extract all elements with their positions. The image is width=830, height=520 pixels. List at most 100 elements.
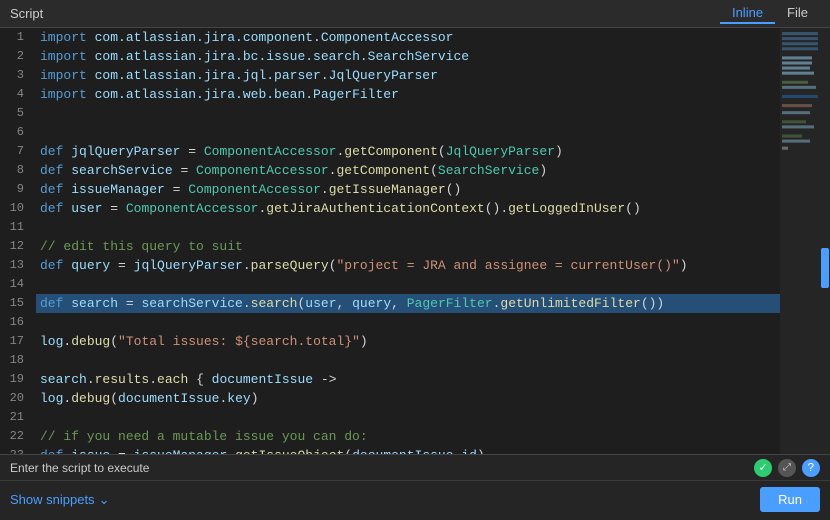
line-number: 6 — [0, 123, 36, 142]
table-row: 1import com.atlassian.jira.component.Com… — [0, 28, 780, 47]
line-number: 11 — [0, 218, 36, 237]
status-icons: ✓ ⤢ ? — [754, 459, 820, 477]
token: JqlQueryParser — [446, 144, 555, 159]
bottom-bar: Enter the script to execute ✓ ⤢ ? — [0, 454, 830, 480]
table-row: 12// edit this query to suit — [0, 237, 780, 256]
token: jqlQueryParser — [134, 258, 243, 273]
token: "Total issues: ${search.total}" — [118, 334, 360, 349]
token: getIssueObject — [235, 448, 344, 454]
token: ) — [539, 163, 547, 178]
table-row: 15def search = searchService.search(user… — [0, 294, 780, 313]
token: debug — [71, 334, 110, 349]
token: . — [227, 448, 235, 454]
token: SearchService — [438, 163, 539, 178]
table-row: 20 log.debug(documentIssue.key) — [0, 389, 780, 408]
token: = — [110, 448, 133, 454]
token: // if you need a mutable issue you can d… — [40, 429, 368, 444]
token: ComponentAccessor — [188, 182, 321, 197]
token: ( — [110, 391, 118, 406]
snippets-arrow: ⌄ — [99, 492, 110, 508]
token: ( — [438, 144, 446, 159]
line-content: import com.atlassian.jira.web.bean.Pager… — [36, 85, 780, 104]
token: (). — [485, 201, 508, 216]
check-icon[interactable]: ✓ — [754, 459, 772, 477]
table-row: 21 — [0, 408, 780, 427]
line-number: 2 — [0, 47, 36, 66]
table-row: 11 — [0, 218, 780, 237]
table-row: 18 — [0, 351, 780, 370]
token: search — [71, 296, 118, 311]
token: each — [157, 372, 188, 387]
top-bar: Script Inline File — [0, 0, 830, 28]
token: getJiraAuthenticationContext — [266, 201, 484, 216]
run-button[interactable]: Run — [760, 487, 820, 512]
vscrollbar[interactable] — [820, 28, 830, 454]
token: user — [305, 296, 336, 311]
line-content — [36, 218, 780, 237]
token: def — [40, 448, 63, 454]
tab-inline[interactable]: Inline — [720, 3, 775, 24]
token: , — [337, 296, 353, 311]
vscrollbar-thumb[interactable] — [821, 248, 829, 288]
token: ComponentAccessor — [196, 163, 329, 178]
token: . — [243, 258, 251, 273]
line-number: 9 — [0, 180, 36, 199]
token: getComponent — [336, 163, 430, 178]
token: results — [95, 372, 150, 387]
line-number: 18 — [0, 351, 36, 370]
token: def — [40, 201, 63, 216]
table-row: 13def query = jqlQueryParser.parseQuery(… — [0, 256, 780, 275]
table-row: 4import com.atlassian.jira.web.bean.Page… — [0, 85, 780, 104]
token: debug — [71, 391, 110, 406]
token: ) — [360, 334, 368, 349]
line-content: log.debug(documentIssue.key) — [36, 389, 780, 408]
token: = — [180, 144, 203, 159]
tab-file[interactable]: File — [775, 3, 820, 24]
token: def — [40, 296, 63, 311]
line-content — [36, 275, 780, 294]
token: ) — [555, 144, 563, 159]
line-number: 20 — [0, 389, 36, 408]
token: search — [251, 296, 298, 311]
table-row: 2import com.atlassian.jira.bc.issue.sear… — [0, 47, 780, 66]
token: ) — [477, 448, 485, 454]
table-row: 16 — [0, 313, 780, 332]
status-text: Enter the script to execute — [10, 461, 149, 475]
token: key — [227, 391, 250, 406]
line-content — [36, 408, 780, 427]
line-number: 23 — [0, 446, 36, 454]
table-row: 22 // if you need a mutable issue you ca… — [0, 427, 780, 446]
line-content: import com.atlassian.jira.jql.parser.Jql… — [36, 66, 780, 85]
token: id — [461, 448, 477, 454]
token: { — [188, 372, 211, 387]
token: log — [40, 391, 63, 406]
token: () — [625, 201, 641, 216]
token: getUnlimitedFilter — [500, 296, 640, 311]
line-content — [36, 104, 780, 123]
token: () — [446, 182, 462, 197]
token: import — [40, 87, 87, 102]
token: ()) — [641, 296, 664, 311]
token: getIssueManager — [329, 182, 446, 197]
token: log — [40, 334, 63, 349]
token — [87, 87, 95, 102]
token: . — [243, 296, 251, 311]
token: ( — [110, 334, 118, 349]
token: "project = JRA and assignee = currentUse… — [337, 258, 680, 273]
line-content — [36, 313, 780, 332]
show-snippets-button[interactable]: Show snippets ⌄ — [10, 492, 109, 508]
token: def — [40, 163, 63, 178]
line-number: 10 — [0, 199, 36, 218]
help-icon[interactable]: ? — [802, 459, 820, 477]
table-row: 3import com.atlassian.jira.jql.parser.Jq… — [0, 66, 780, 85]
code-wrapper[interactable]: 1import com.atlassian.jira.component.Com… — [0, 28, 780, 454]
token: import — [40, 49, 87, 64]
token: issue — [71, 448, 110, 454]
expand-icon[interactable]: ⤢ — [778, 459, 796, 477]
token: = — [173, 163, 196, 178]
line-number: 21 — [0, 408, 36, 427]
token: documentIssue — [352, 448, 453, 454]
line-number: 8 — [0, 161, 36, 180]
table-row: 10def user = ComponentAccessor.getJiraAu… — [0, 199, 780, 218]
token: . — [87, 372, 95, 387]
